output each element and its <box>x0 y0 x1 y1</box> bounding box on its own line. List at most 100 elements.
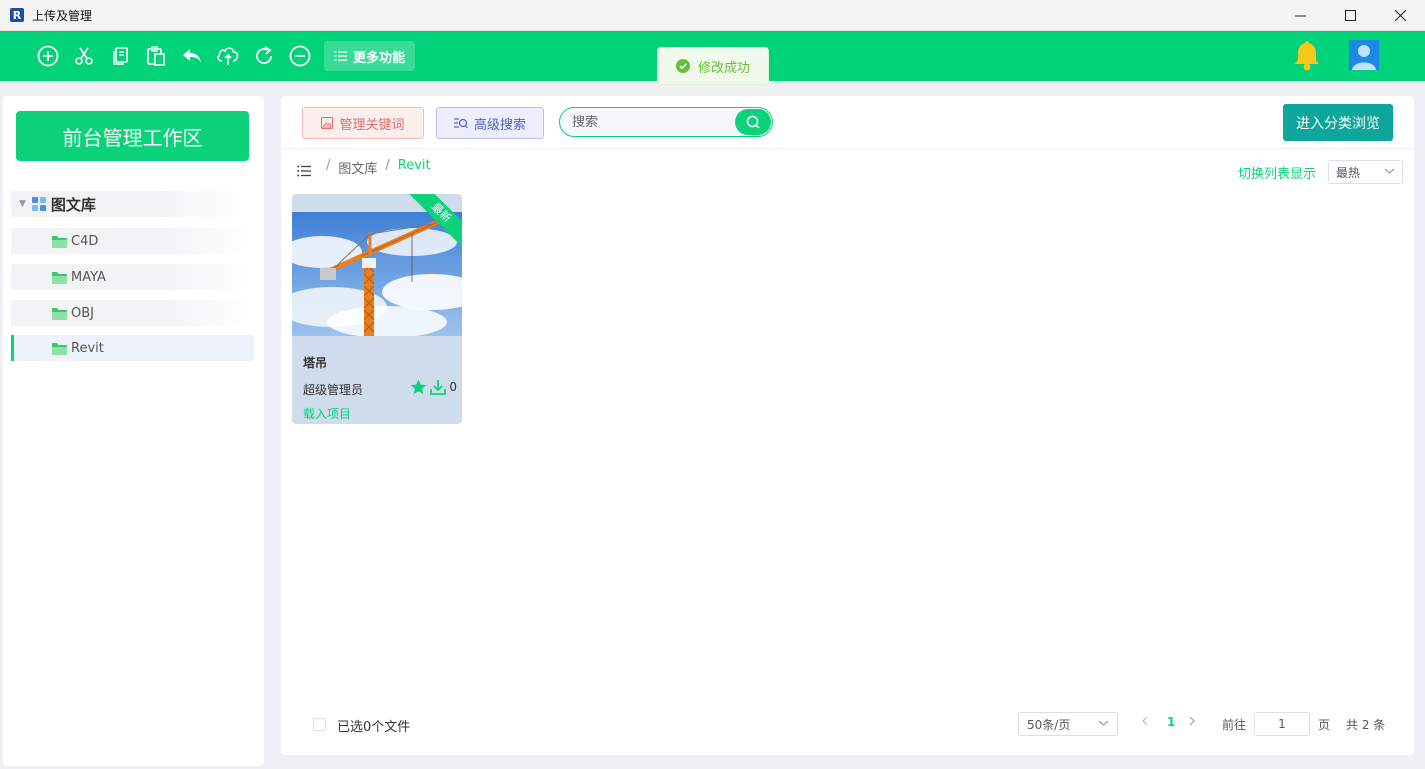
window-controls <box>1275 0 1425 30</box>
add-button[interactable] <box>30 38 66 74</box>
file-stats: 0 <box>410 379 457 395</box>
chevron-left-icon <box>1142 716 1148 726</box>
toolbar-icons: 更多功能 <box>30 38 416 74</box>
redo-button[interactable] <box>246 38 282 74</box>
minimize-button[interactable] <box>1275 0 1325 31</box>
sidebar-item-c4d[interactable]: C4D <box>11 228 254 254</box>
advanced-search-button[interactable]: 高级搜索 <box>436 107 544 139</box>
window-title: 上传及管理 <box>32 8 93 23</box>
paste-icon <box>147 46 165 66</box>
manage-keywords-label: 管理关键词 <box>339 117 405 133</box>
minimize-icon <box>1294 15 1306 17</box>
workspace-button[interactable]: 前台管理工作区 <box>16 111 249 161</box>
grid-icon <box>31 196 46 211</box>
success-toast: 修改成功 <box>657 47 769 85</box>
sidebar-item-label: MAYA <box>71 269 106 285</box>
remove-icon <box>289 45 311 67</box>
add-icon <box>37 45 59 67</box>
file-thumbnail[interactable] <box>292 212 462 336</box>
maximize-button[interactable] <box>1325 0 1375 31</box>
main-panel: 管理关键词 高级搜索 进入分类浏览 / 图文库 / Revit 切换列表显示 最… <box>281 96 1414 755</box>
toast-message: 修改成功 <box>697 60 750 76</box>
breadcrumb-separator: / <box>385 158 390 173</box>
search-box <box>559 107 773 137</box>
sidebar: 前台管理工作区 ▼ 图文库 C4D MAYA OBJ Revit <box>3 96 264 766</box>
star-icon[interactable] <box>410 379 427 395</box>
copy-icon <box>113 47 128 65</box>
maximize-icon <box>1344 10 1356 21</box>
copy-button[interactable] <box>102 38 138 74</box>
file-author: 超级管理员 <box>303 383 364 397</box>
page-number-current[interactable]: 1 <box>1167 715 1175 729</box>
chevron-down-icon <box>1098 720 1109 726</box>
tree-root-gallery[interactable]: ▼ 图文库 <box>11 191 251 217</box>
sidebar-item-label: Revit <box>71 340 104 356</box>
download-count: 0 <box>449 380 457 394</box>
bell-icon <box>1295 41 1319 71</box>
window-titlebar: R 上传及管理 <box>0 0 1425 31</box>
total-count: 共 2 条 <box>1346 718 1386 732</box>
breadcrumb: / 图文库 / Revit <box>326 158 431 177</box>
paste-button[interactable] <box>138 38 174 74</box>
image-tag-icon <box>321 117 334 129</box>
select-all-checkbox[interactable] <box>313 718 326 731</box>
cut-button[interactable] <box>66 38 102 74</box>
sort-select[interactable]: 最热 <box>1328 160 1403 184</box>
upload-icon <box>217 47 239 65</box>
redo-icon <box>256 46 272 64</box>
selected-count-text: 已选0个文件 <box>337 720 411 735</box>
chevron-down-icon <box>1384 168 1395 174</box>
close-button[interactable] <box>1375 0 1425 31</box>
search-button[interactable] <box>735 109 771 135</box>
close-icon <box>1394 10 1406 21</box>
more-functions-button[interactable]: 更多功能 <box>324 41 416 71</box>
folder-icon <box>52 342 67 355</box>
folder-icon <box>52 271 67 284</box>
more-functions-label: 更多功能 <box>353 50 406 66</box>
cut-icon <box>75 47 93 65</box>
advanced-search-label: 高级搜索 <box>473 117 526 133</box>
search-icon <box>746 115 760 129</box>
breadcrumb-item-gallery[interactable]: 图文库 <box>338 158 377 177</box>
category-browse-button[interactable]: 进入分类浏览 <box>1283 104 1393 141</box>
notification-button[interactable] <box>1293 40 1321 76</box>
advanced-search-icon <box>453 117 468 128</box>
sidebar-item-obj[interactable]: OBJ <box>11 300 254 326</box>
pagination-footer: 已选0个文件 50条/页 1 前往 页 共 2 条 <box>281 708 1414 740</box>
user-avatar[interactable] <box>1349 40 1379 70</box>
remove-button[interactable] <box>282 38 318 74</box>
switch-list-view-link[interactable]: 切换列表显示 <box>1238 163 1316 182</box>
breadcrumb-separator: / <box>326 158 331 173</box>
download-icon[interactable] <box>430 379 447 395</box>
search-toolbar: 管理关键词 高级搜索 进入分类浏览 <box>281 96 1414 149</box>
breadcrumb-item-current: Revit <box>397 158 431 173</box>
folder-icon <box>52 307 67 320</box>
list-icon <box>334 51 347 61</box>
prev-page-button[interactable] <box>1141 715 1148 730</box>
sort-value: 最热 <box>1336 165 1361 180</box>
load-project-link[interactable]: 载入项目 <box>303 405 351 422</box>
page-size-select[interactable]: 50条/页 <box>1018 712 1118 736</box>
sidebar-item-maya[interactable]: MAYA <box>11 264 254 290</box>
crane-image <box>292 212 462 336</box>
tree-root-label: 图文库 <box>50 195 96 214</box>
folder-icon <box>52 235 67 248</box>
next-page-button[interactable] <box>1189 715 1196 730</box>
goto-label: 前往 <box>1222 718 1247 732</box>
upload-button[interactable] <box>210 38 246 74</box>
app-logo-icon: R <box>10 8 24 22</box>
chevron-right-icon <box>1189 716 1195 726</box>
manage-keywords-button[interactable]: 管理关键词 <box>302 107 424 139</box>
undo-button[interactable] <box>174 38 210 74</box>
undo-icon <box>183 49 201 63</box>
page-unit-label: 页 <box>1318 718 1331 732</box>
caret-down-icon[interactable]: ▼ <box>19 199 26 209</box>
menu-icon[interactable] <box>297 165 311 177</box>
file-card[interactable]: 最新 塔吊 超级管理员 0 载入项目 <box>292 194 462 424</box>
check-circle-icon <box>675 59 690 73</box>
sidebar-item-revit[interactable]: Revit <box>11 335 254 361</box>
sidebar-item-label: C4D <box>71 233 99 249</box>
goto-page-input[interactable] <box>1254 712 1310 736</box>
breadcrumb-bar: / 图文库 / Revit 切换列表显示 最热 <box>281 149 1414 191</box>
search-input[interactable] <box>572 114 732 130</box>
